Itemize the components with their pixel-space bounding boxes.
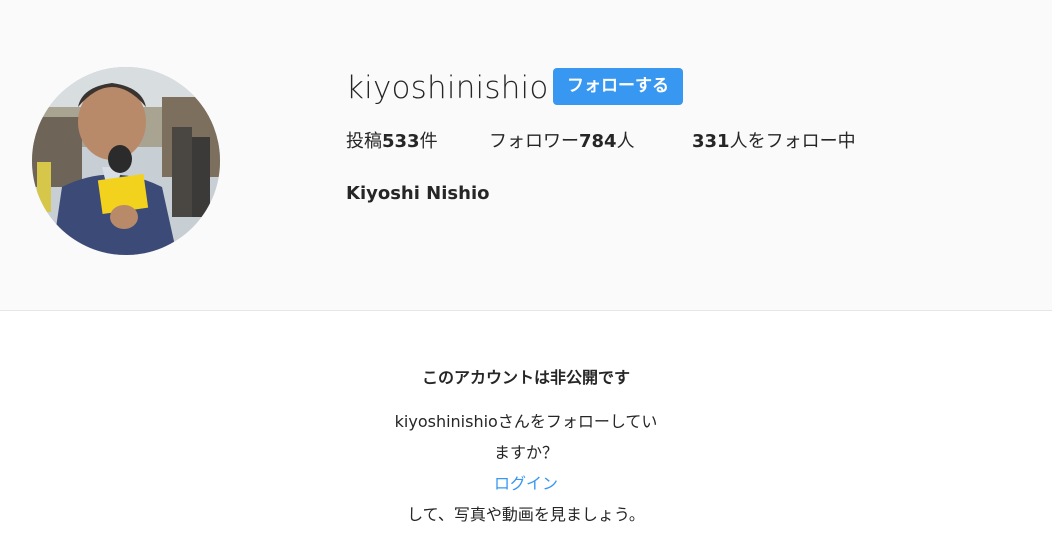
stat-followers-suffix: 人: [616, 131, 635, 152]
stat-followers[interactable]: フォロワー784人: [489, 128, 635, 156]
private-notice-line1: kiyoshinishioさんをフォローしてい: [394, 412, 658, 431]
private-notice-line3: して、写真や動画を見ましょう。: [407, 505, 645, 524]
private-notice-line2: ますか？: [493, 443, 558, 462]
stat-followers-count: 784: [579, 131, 617, 152]
stat-posts-count: 533: [382, 131, 420, 152]
stat-followers-prefix: フォロワー: [489, 131, 579, 152]
profile-avatar[interactable]: [32, 67, 220, 255]
follow-button[interactable]: フォローする: [553, 68, 683, 105]
profile-header: kiyoshinishio フォローする 投稿533件 フォロワー784人 33…: [0, 0, 1052, 311]
stat-posts-suffix: 件: [419, 131, 438, 152]
profile-full-name: Kiyoshi Nishio: [346, 183, 490, 204]
private-account-notice: このアカウントは非公開です kiyoshinishioさんをフォローしてい ます…: [0, 364, 1052, 530]
stat-following-count: 331: [692, 131, 730, 152]
avatar-photo: [32, 67, 220, 255]
stat-posts-prefix: 投稿: [346, 131, 382, 152]
profile-username: kiyoshinishio: [346, 70, 549, 106]
private-notice-body: kiyoshinishioさんをフォローしてい ますか？ ログイン して、写真や…: [0, 406, 1052, 530]
stat-following-suffix: 人をフォロー中: [729, 131, 856, 152]
stat-posts: 投稿533件: [346, 128, 438, 156]
private-notice-title: このアカウントは非公開です: [421, 368, 630, 387]
login-link[interactable]: ログイン: [494, 474, 558, 493]
stat-following[interactable]: 331人をフォロー中: [692, 128, 856, 156]
